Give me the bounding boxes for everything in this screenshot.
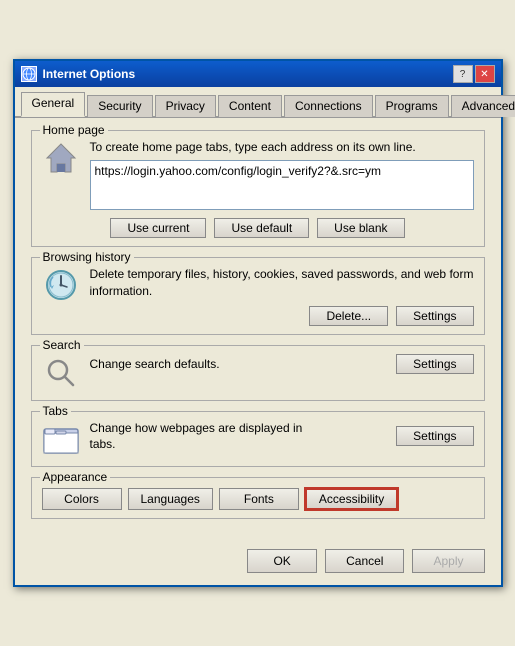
languages-button[interactable]: Languages	[128, 488, 213, 510]
search-description: Change search defaults.	[90, 357, 220, 371]
browsing-history-section: Browsing history Delete tempor	[31, 257, 485, 335]
close-button[interactable]: ✕	[475, 65, 495, 83]
tabs-right: Change how webpages are displayed in tab…	[90, 420, 474, 454]
use-blank-button[interactable]: Use blank	[317, 218, 404, 238]
homepage-section: Home page To create home page tabs, type…	[31, 130, 485, 247]
browsing-history-content: Delete temporary files, history, cookies…	[42, 266, 474, 326]
browsing-history-buttons: Delete... Settings	[90, 306, 474, 326]
search-icon	[42, 354, 80, 392]
internet-options-window: Internet Options ? ✕ General Security Pr…	[13, 59, 503, 586]
clock-icon	[42, 266, 80, 304]
search-section-label: Search	[40, 338, 84, 352]
browsing-history-right: Delete temporary files, history, cookies…	[90, 266, 474, 326]
search-section-content: Change search defaults. Settings	[42, 354, 474, 392]
tab-content-area: Home page To create home page tabs, type…	[15, 118, 501, 540]
tab-general[interactable]: General	[21, 92, 86, 117]
browsing-history-label: Browsing history	[40, 250, 134, 264]
title-bar-left: Internet Options	[21, 66, 136, 82]
tab-connections[interactable]: Connections	[284, 95, 373, 117]
browsing-settings-button[interactable]: Settings	[396, 306, 473, 326]
home-icon	[42, 139, 80, 177]
title-bar-controls: ? ✕	[453, 65, 495, 83]
accessibility-button[interactable]: Accessibility	[305, 488, 398, 510]
tabs-section: Tabs Change how webpages are displayed i…	[31, 411, 485, 467]
homepage-right: To create home page tabs, type each addr…	[90, 139, 474, 210]
tabs-section-label: Tabs	[40, 404, 71, 418]
browsing-history-description: Delete temporary files, history, cookies…	[90, 266, 474, 300]
window-icon	[21, 66, 37, 82]
footer: OK Cancel Apply	[15, 541, 501, 585]
colors-button[interactable]: Colors	[42, 488, 122, 510]
tab-content[interactable]: Content	[218, 95, 282, 117]
search-settings-button[interactable]: Settings	[396, 354, 473, 374]
homepage-description: To create home page tabs, type each addr…	[90, 139, 474, 156]
title-bar: Internet Options ? ✕	[15, 61, 501, 87]
homepage-buttons: Use current Use default Use blank	[42, 218, 474, 238]
tabs-row: General Security Privacy Content Connect…	[15, 87, 501, 118]
appearance-section: Appearance Colors Languages Fonts Access…	[31, 477, 485, 519]
tab-programs[interactable]: Programs	[375, 95, 449, 117]
tab-advanced[interactable]: Advanced	[451, 95, 515, 117]
delete-button[interactable]: Delete...	[309, 306, 388, 326]
tab-security[interactable]: Security	[87, 95, 152, 117]
tabs-description: Change how webpages are displayed in tab…	[90, 420, 310, 454]
apply-button[interactable]: Apply	[412, 549, 484, 573]
help-button[interactable]: ?	[453, 65, 473, 83]
appearance-buttons: Colors Languages Fonts Accessibility	[42, 488, 474, 510]
tabs-icon	[42, 420, 80, 458]
homepage-section-content: To create home page tabs, type each addr…	[42, 139, 474, 210]
fonts-button[interactable]: Fonts	[219, 488, 299, 510]
use-default-button[interactable]: Use default	[214, 218, 309, 238]
search-right: Change search defaults. Settings	[90, 354, 474, 374]
homepage-section-label: Home page	[40, 123, 108, 137]
ok-button[interactable]: OK	[247, 549, 317, 573]
search-section: Search Change search defaults. Settings	[31, 345, 485, 401]
tabs-settings-button[interactable]: Settings	[396, 426, 473, 446]
cancel-button[interactable]: Cancel	[325, 549, 404, 573]
use-current-button[interactable]: Use current	[110, 218, 206, 238]
homepage-url-textarea[interactable]: https://login.yahoo.com/config/login_ver…	[90, 160, 474, 210]
window-title: Internet Options	[43, 67, 136, 81]
tab-privacy[interactable]: Privacy	[155, 95, 216, 117]
tabs-section-content: Change how webpages are displayed in tab…	[42, 420, 474, 458]
appearance-section-label: Appearance	[40, 470, 111, 484]
